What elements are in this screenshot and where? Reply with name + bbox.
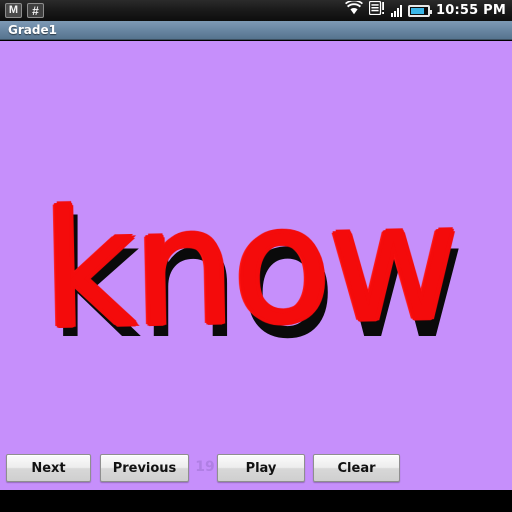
writing-canvas[interactable]: know know bbox=[0, 41, 512, 449]
word-display: know know bbox=[0, 167, 512, 381]
app-title-bar: Grade1 bbox=[0, 21, 512, 40]
bottom-bezel bbox=[0, 490, 512, 512]
status-bar-system-icons: 10:55 PM bbox=[345, 0, 506, 20]
gmail-icon: M bbox=[5, 3, 22, 18]
control-bar: Next Previous 19 Play Clear bbox=[0, 449, 512, 490]
play-button[interactable]: Play bbox=[217, 454, 305, 482]
phone-screen: M # 10:55 PM Grade1 know know Next Previ… bbox=[0, 0, 512, 512]
status-bar-notifications: M # bbox=[5, 3, 44, 18]
previous-button[interactable]: Previous bbox=[100, 454, 189, 482]
status-bar: M # 10:55 PM bbox=[0, 0, 512, 21]
status-bar-clock: 10:55 PM bbox=[436, 3, 506, 18]
hash-icon: # bbox=[27, 3, 44, 18]
handwriting-tracing-overlay: know bbox=[39, 167, 461, 366]
word-index-counter: 19 bbox=[195, 459, 215, 475]
battery-icon bbox=[408, 4, 433, 17]
sim-card-alert-icon bbox=[368, 0, 385, 20]
app-title: Grade1 bbox=[8, 23, 57, 37]
next-button[interactable]: Next bbox=[6, 454, 91, 482]
wifi-icon bbox=[345, 0, 363, 20]
clear-button[interactable]: Clear bbox=[313, 454, 400, 482]
signal-bars-icon bbox=[391, 4, 403, 17]
